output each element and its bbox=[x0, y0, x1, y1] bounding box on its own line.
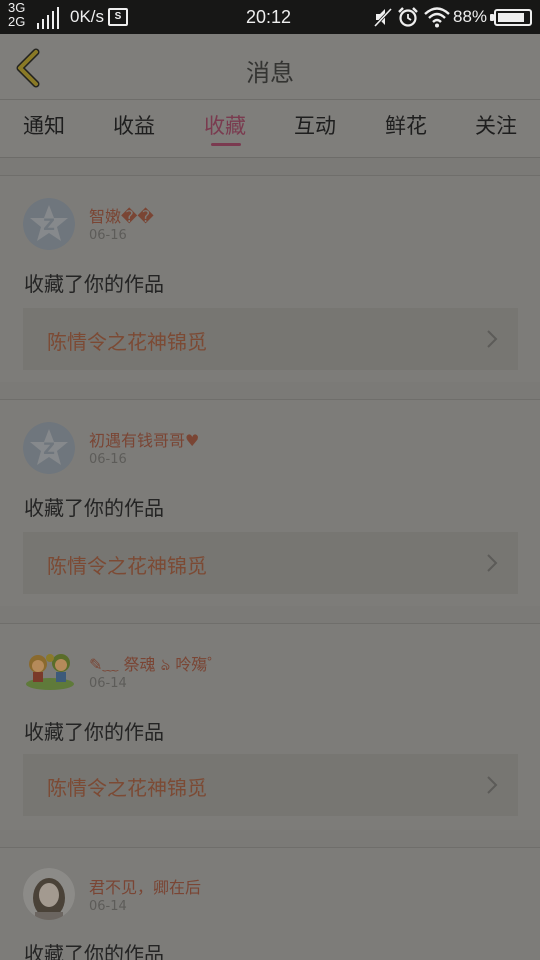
default-avatar-icon: Z bbox=[23, 422, 75, 474]
clock: 20:12 bbox=[246, 7, 292, 27]
avatar[interactable]: Z bbox=[23, 198, 75, 250]
avatar[interactable] bbox=[23, 868, 75, 920]
chevron-right-icon bbox=[487, 330, 498, 348]
cartoon-avatar-icon bbox=[23, 644, 77, 692]
list-item: Z 智嫩�� 06-16 收藏了你的作品 陈情令之花神锦觅 bbox=[0, 175, 540, 382]
app-header: 消息 bbox=[0, 34, 540, 100]
tab-following[interactable]: 关注 bbox=[461, 110, 531, 140]
username[interactable]: ✎﹏ 祭魂 ঌ 呤殤゜ bbox=[89, 651, 223, 679]
tab-notifications[interactable]: 通知 bbox=[9, 110, 79, 140]
tab-earnings[interactable]: 收益 bbox=[99, 110, 169, 140]
list-item: 君不见，卿在后 06-14 收藏了你的作品 bbox=[0, 847, 540, 960]
wifi-icon bbox=[424, 7, 450, 28]
action-text: 收藏了你的作品 bbox=[24, 720, 164, 744]
username[interactable]: 智嫩�� bbox=[89, 203, 154, 227]
work-link[interactable]: 陈情令之花神锦觅 bbox=[23, 754, 518, 816]
timestamp: 06-14 bbox=[89, 676, 127, 691]
tab-flowers[interactable]: 鲜花 bbox=[371, 110, 441, 140]
tab-interactions[interactable]: 互动 bbox=[280, 110, 350, 140]
tab-favorites[interactable]: 收藏 bbox=[190, 110, 260, 140]
timestamp: 06-16 bbox=[89, 452, 127, 467]
username[interactable]: 初遇有钱哥哥♥ bbox=[89, 427, 199, 451]
svg-text:Z: Z bbox=[43, 215, 55, 234]
list-item: ✎﹏ 祭魂 ঌ 呤殤゜ 06-14 收藏了你的作品 陈情令之花神锦觅 bbox=[0, 623, 540, 830]
network-type-bottom: 2G bbox=[8, 14, 26, 29]
chevron-right-icon bbox=[487, 776, 498, 794]
default-avatar-icon: Z bbox=[23, 198, 75, 250]
battery-percent: 88% bbox=[453, 7, 488, 26]
battery-fill bbox=[498, 13, 524, 22]
timestamp: 06-16 bbox=[89, 228, 127, 243]
screenshot-icon: S bbox=[108, 8, 128, 26]
chevron-right-icon bbox=[487, 554, 498, 572]
work-link[interactable]: 陈情令之花神锦觅 bbox=[23, 308, 518, 370]
tab-bar: 通知 收益 收藏 互动 鲜花 关注 bbox=[0, 100, 540, 158]
network-type: 3G 2G bbox=[8, 1, 25, 29]
timestamp: 06-14 bbox=[89, 899, 127, 914]
action-text: 收藏了你的作品 bbox=[24, 272, 164, 296]
photo-avatar-icon bbox=[23, 868, 75, 920]
alarm-icon bbox=[398, 7, 418, 27]
battery-icon bbox=[494, 9, 532, 26]
network-type-top: 3G bbox=[8, 0, 26, 15]
mute-icon bbox=[373, 7, 393, 28]
svg-text:Z: Z bbox=[43, 439, 55, 458]
status-bar: 3G 2G 0K/s S 20:12 88% bbox=[0, 0, 540, 34]
signal-icon bbox=[37, 7, 59, 29]
avatar[interactable]: Z bbox=[23, 422, 75, 474]
active-tab-indicator bbox=[211, 143, 241, 146]
page-title: 消息 bbox=[246, 59, 294, 87]
avatar[interactable] bbox=[23, 644, 77, 692]
list-item: Z 初遇有钱哥哥♥ 06-16 收藏了你的作品 陈情令之花神锦觅 bbox=[0, 399, 540, 606]
network-speed: 0K/s bbox=[70, 7, 105, 26]
work-title: 陈情令之花神锦觅 bbox=[47, 554, 207, 578]
work-title: 陈情令之花神锦觅 bbox=[47, 776, 207, 800]
work-link[interactable]: 陈情令之花神锦觅 bbox=[23, 532, 518, 594]
action-text: 收藏了你的作品 bbox=[24, 942, 164, 960]
work-title: 陈情令之花神锦觅 bbox=[47, 330, 207, 354]
username[interactable]: 君不见，卿在后 bbox=[89, 874, 201, 898]
action-text: 收藏了你的作品 bbox=[24, 496, 164, 520]
